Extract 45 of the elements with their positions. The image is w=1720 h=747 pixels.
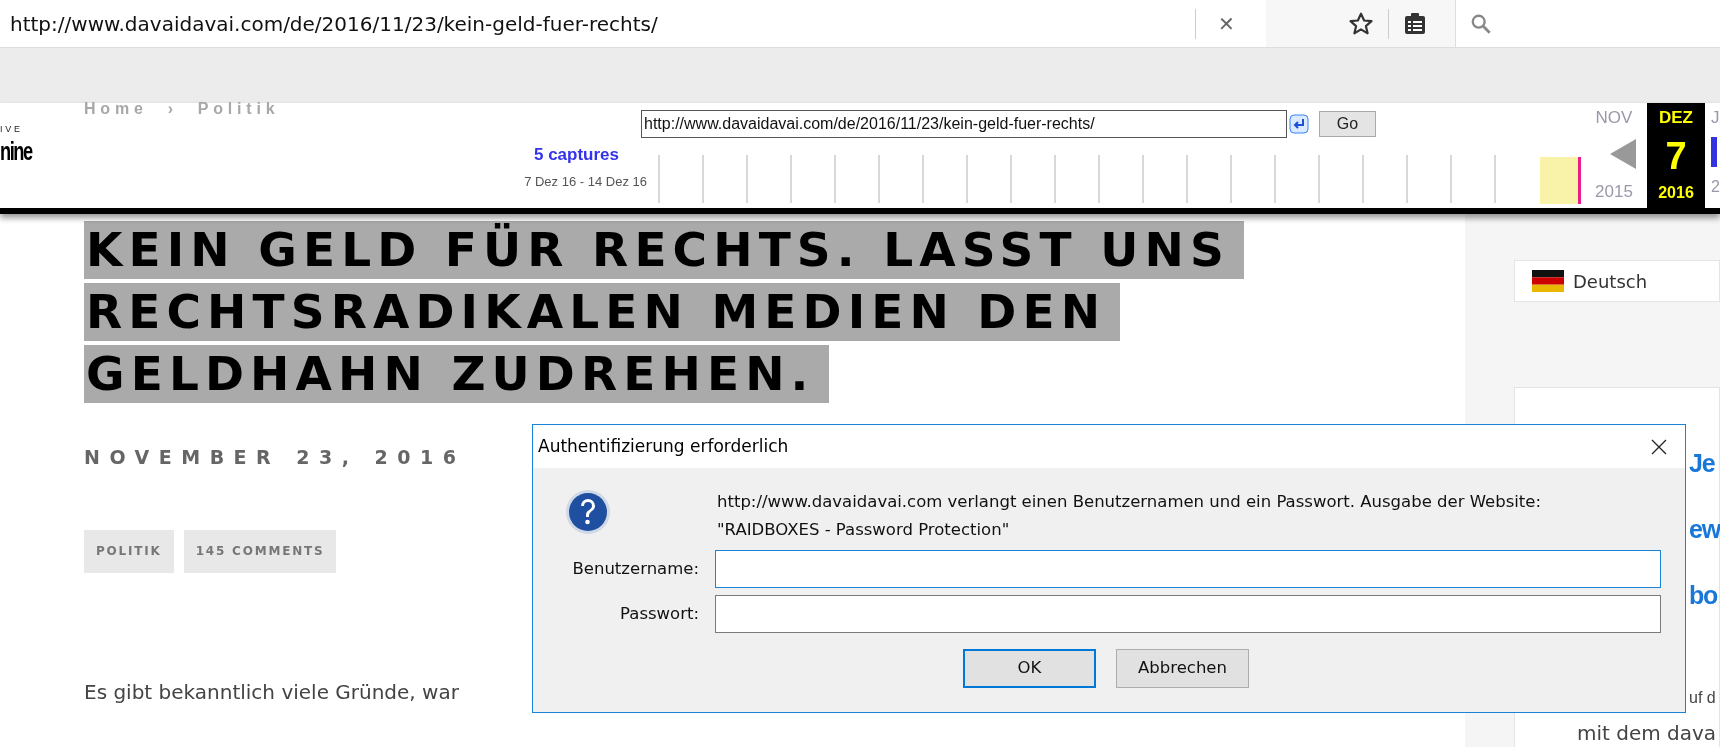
close-icon[interactable] [1651,438,1667,455]
logo-text: IVE [0,125,24,134]
article-title: KEIN GELD FÜR RECHTS. LASST UNS [84,221,1244,279]
capture-range: 7 Dez 16 - 14 Dez 16 [524,172,647,191]
field-label: Passwort: [619,602,699,625]
logo-text: nine [0,138,34,164]
sidebar-text: mit dem dava [1577,720,1717,747]
captures-link[interactable]: 5 captures [533,142,641,168]
input-field[interactable] [715,595,1661,633]
tag-link[interactable]: POLITIK [84,529,174,573]
article-title: RECHTSRADIKALEN MEDIEN DEN [84,283,1121,341]
address-bar-url[interactable]: http://www.davaidavai.com/de/2016/11/23/kein-geld-fuer-rechts/ [0,8,1195,39]
german-flag-icon [1532,270,1564,292]
question-icon [564,488,612,536]
breadcrumb-current: Politik [197,99,280,119]
current-month: DEZ [1659,107,1693,129]
breadcrumb-separator: › [167,99,178,119]
clear-button[interactable]: ✕ [1218,8,1235,39]
wayback-url-field[interactable]: http://www.davaidavai.com/de/2016/11/23/kein-geld-fuer-rechts/ [641,110,1287,138]
sidebar-headline: ew [1689,514,1720,545]
dialog-title: Authentifizierung erforderlich [538,434,789,458]
next-year: 2 [1711,176,1720,197]
sidebar-headline: Je [1689,448,1715,479]
article-date: NOVEMBER 23, 2016 [84,445,466,470]
dialog-button[interactable]: Abbrechen [1116,649,1249,688]
search-icon[interactable] [1470,12,1492,35]
tag-link[interactable]: 145 COMMENTS [183,529,337,573]
go-button[interactable]: Go [1319,111,1376,137]
star-icon[interactable] [1348,10,1374,37]
language-selector[interactable]: Deutsch [1514,260,1720,302]
previous-year: 2015 [1595,180,1633,203]
enter-icon[interactable] [1289,114,1309,134]
sidebar-text: uf d [1689,688,1716,708]
sidebar-headline: bo [1689,580,1718,611]
current-day: 7 [1665,130,1687,181]
current-year: 2016 [1658,182,1694,203]
dialog-message: http://www.davaidavai.com verlangt einen Benutzernamen und ein Passwort. Ausgabe der Website: "RAIDBOXES - Password Protection" [717,491,1543,541]
reading-list-icon[interactable] [1403,11,1427,36]
year-highlight [1540,157,1581,204]
dialog-button[interactable]: OK [963,649,1096,688]
previous-arrow-icon[interactable] [1610,138,1636,169]
article-title: GELDHAHN ZUDREHEN. [84,345,829,403]
article-intro: Es gibt bekanntlich viele Gründe, war [84,678,459,706]
input-field[interactable] [715,550,1661,588]
field-label: Benutzername: [571,557,699,580]
